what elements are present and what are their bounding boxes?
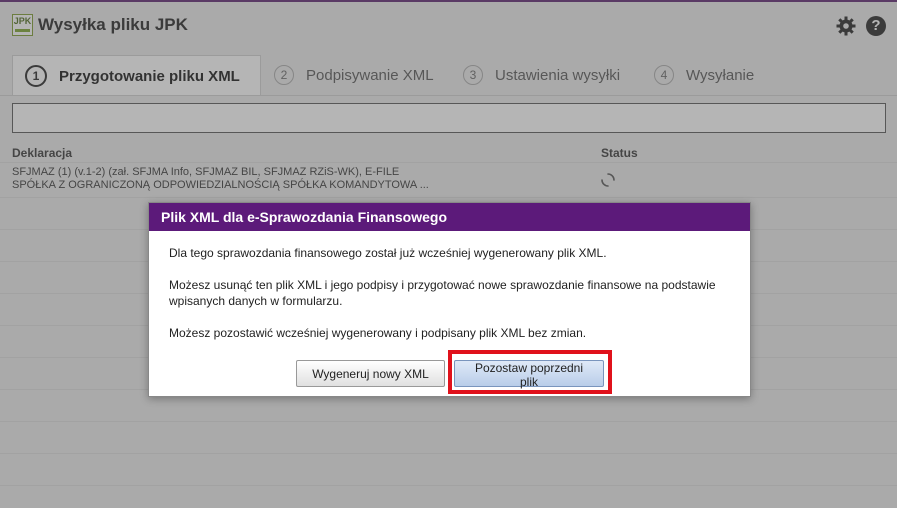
- dialog-body: Dla tego sprawozdania finansowego został…: [149, 231, 750, 341]
- highlight-box: [448, 350, 612, 394]
- dialog-text-2: Możesz usunąć ten plik XML i jego podpis…: [169, 278, 716, 308]
- dialog-text-1: Dla tego sprawozdania finansowego został…: [169, 246, 607, 260]
- dialog-title: Plik XML dla e-Sprawozdania Finansowego: [149, 203, 750, 231]
- dialog-text-3: Możesz pozostawić wcześniej wygenerowany…: [169, 326, 587, 340]
- generate-new-xml-button[interactable]: Wygeneruj nowy XML: [296, 360, 445, 387]
